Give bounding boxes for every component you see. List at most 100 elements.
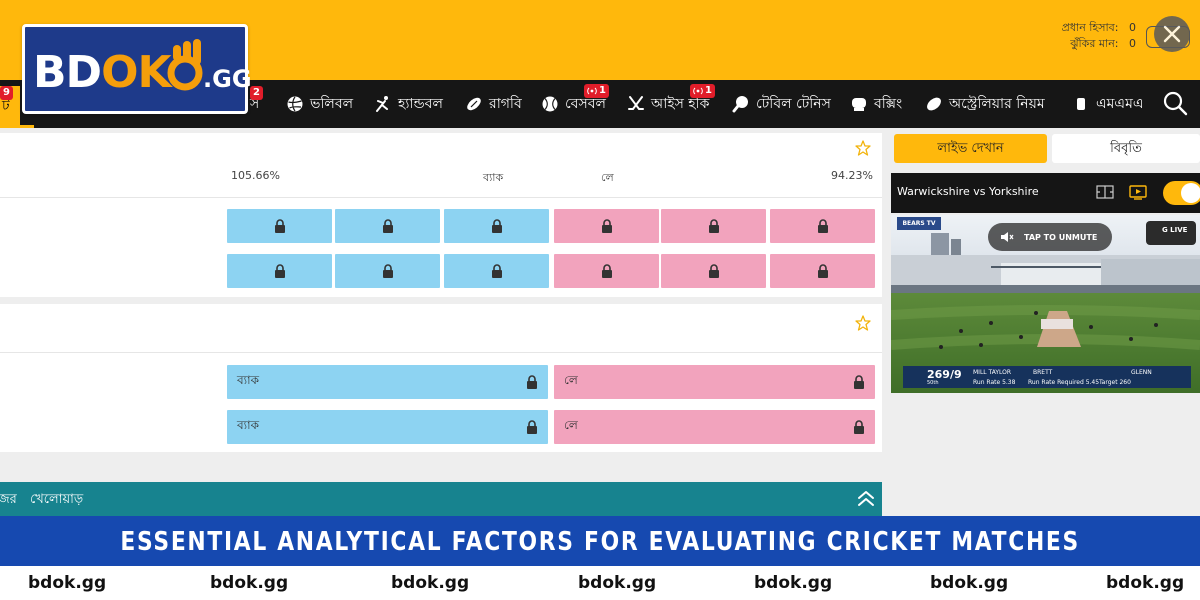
back-odds-cell[interactable] xyxy=(444,254,549,288)
scoreboard-overlay: 269/9 50th MILL TAYLOR BRETT GLENN Run R… xyxy=(903,366,1191,388)
lock-icon xyxy=(491,264,502,278)
live-stream-button[interactable]: লাইভ দেখান xyxy=(894,134,1047,163)
favorite-star-icon[interactable] xyxy=(855,315,871,331)
rugby-icon xyxy=(467,97,481,111)
nav-item-table-tennis[interactable]: টেবিল টেনিস xyxy=(732,80,831,128)
aussie-rules-icon xyxy=(927,97,941,111)
nav-item-rugby[interactable]: রাগবি xyxy=(465,80,522,128)
lock-icon xyxy=(708,219,719,233)
nav-item-handball[interactable]: হ্যান্ডবল xyxy=(374,80,443,128)
lock-icon xyxy=(817,264,828,278)
channel-logo: BEARS TV xyxy=(897,217,941,230)
close-button[interactable] xyxy=(1154,16,1190,52)
live-video-player[interactable]: BEARS TV TAP TO UNMUTE G LIVE 269/9 50th… xyxy=(891,215,1200,393)
exposure-label: ঝুঁকির মান: xyxy=(1070,37,1119,50)
count-badge: 2 xyxy=(250,86,263,100)
back-odds-cell[interactable]: ব্যাক xyxy=(227,410,548,444)
domain-watermark: bdok.gg xyxy=(930,573,1009,593)
main-balance-label: প্রধান হিসাব: xyxy=(1061,21,1119,34)
handball-icon xyxy=(376,96,388,112)
volleyball-icon xyxy=(287,96,303,112)
video-header: Warwickshire vs Yorkshire xyxy=(891,173,1200,213)
lay-odds-cell[interactable] xyxy=(554,254,659,288)
lock-icon xyxy=(274,264,285,278)
glive-logo: G LIVE xyxy=(1146,221,1196,245)
volume-muted-icon xyxy=(1001,232,1014,242)
main-balance-value: 0 xyxy=(1129,21,1136,34)
back-odds-cell[interactable] xyxy=(335,254,440,288)
statistics-button[interactable]: বিবৃতি xyxy=(1052,134,1200,163)
lock-icon xyxy=(527,420,537,434)
scoreboard-icon[interactable] xyxy=(1096,184,1114,200)
lock-icon xyxy=(382,219,393,233)
lock-icon xyxy=(491,219,502,233)
ice-hockey-icon xyxy=(628,96,644,110)
lock-icon xyxy=(854,375,864,389)
lay-odds-cell[interactable] xyxy=(661,209,766,243)
article-title-banner: ESSENTIAL ANALYTICAL FACTORS FOR EVALUAT… xyxy=(0,516,1200,566)
live-broadcast-icon xyxy=(587,87,597,95)
players-section-header[interactable]: জর খেলোয়াড় xyxy=(0,482,882,516)
back-odds-cell[interactable] xyxy=(335,209,440,243)
chevron-up-icon[interactable] xyxy=(856,490,876,508)
lay-odds-cell[interactable] xyxy=(770,209,875,243)
lock-icon xyxy=(274,219,285,233)
favorite-star-icon[interactable] xyxy=(855,140,871,156)
mma-icon xyxy=(1077,98,1085,110)
table-tennis-icon xyxy=(732,96,748,113)
lay-odds-cell[interactable]: লে xyxy=(554,365,875,399)
account-summary: প্রধান হিসাব: 0 ঝুঁকির মান: 0 xyxy=(1062,20,1136,52)
lock-icon xyxy=(854,420,864,434)
lock-icon xyxy=(527,375,537,389)
overround-back: 105.66% xyxy=(231,169,280,182)
lock-icon xyxy=(708,264,719,278)
lock-icon xyxy=(382,264,393,278)
back-column-header: ব্যাক xyxy=(483,171,504,184)
logo-tld: .GG xyxy=(203,65,252,93)
overround-lay: 94.23% xyxy=(831,169,873,182)
close-icon xyxy=(1163,25,1181,43)
search-icon[interactable] xyxy=(1162,90,1188,116)
domain-watermark: bdok.gg xyxy=(578,573,657,593)
lay-odds-cell[interactable] xyxy=(770,254,875,288)
lay-odds-cell[interactable]: লে xyxy=(554,410,875,444)
match-title: Warwickshire vs Yorkshire xyxy=(897,185,1039,198)
domain-watermark: bdok.gg xyxy=(1106,573,1185,593)
active-underline xyxy=(0,125,34,128)
lay-odds-cell[interactable] xyxy=(554,209,659,243)
players-label: খেলোয়াড় xyxy=(30,492,84,507)
live-video-toggle[interactable] xyxy=(1163,181,1200,205)
nav-item-aussie-rules[interactable]: অস্ট্রেলিয়ার নিয়ম xyxy=(925,80,1045,128)
back-odds-cell[interactable] xyxy=(227,209,332,243)
baseball-icon xyxy=(542,96,558,112)
exposure-value: 0 xyxy=(1129,37,1136,50)
lay-column-header: লে xyxy=(601,171,614,184)
active-count-badge: 9 xyxy=(0,86,13,100)
domain-watermark: bdok.gg xyxy=(28,573,107,593)
live-count-badge: 1 xyxy=(690,84,715,98)
back-odds-cell[interactable] xyxy=(444,209,549,243)
lock-icon xyxy=(601,264,612,278)
unmute-button[interactable]: TAP TO UNMUTE xyxy=(988,223,1112,251)
domain-watermark: bdok.gg xyxy=(754,573,833,593)
live-broadcast-icon xyxy=(693,87,703,95)
brand-logo[interactable]: BDOK .GG xyxy=(22,24,252,114)
nav-item-mma[interactable]: এমএমএ xyxy=(1072,80,1144,128)
back-odds-cell[interactable]: ব্যাক xyxy=(227,365,548,399)
divider xyxy=(0,352,882,353)
lock-icon xyxy=(601,219,612,233)
lay-odds-cell[interactable] xyxy=(661,254,766,288)
video-play-icon[interactable] xyxy=(1129,184,1147,200)
back-odds-cell[interactable] xyxy=(227,254,332,288)
nav-item-volleyball[interactable]: ভলিবল xyxy=(286,80,353,128)
domain-watermark-strip: bdok.gg bdok.gg bdok.gg bdok.gg bdok.gg … xyxy=(0,566,1200,600)
domain-watermark: bdok.gg xyxy=(391,573,470,593)
divider xyxy=(0,197,882,198)
domain-watermark: bdok.gg xyxy=(210,573,289,593)
boxing-icon xyxy=(852,98,866,111)
nav-item-boxing[interactable]: বক্সিং xyxy=(850,80,902,128)
live-count-badge: 1 xyxy=(584,84,609,98)
logo-wordmark: BDOK xyxy=(33,47,172,98)
ok-hand-icon xyxy=(167,39,203,91)
lock-icon xyxy=(817,219,828,233)
